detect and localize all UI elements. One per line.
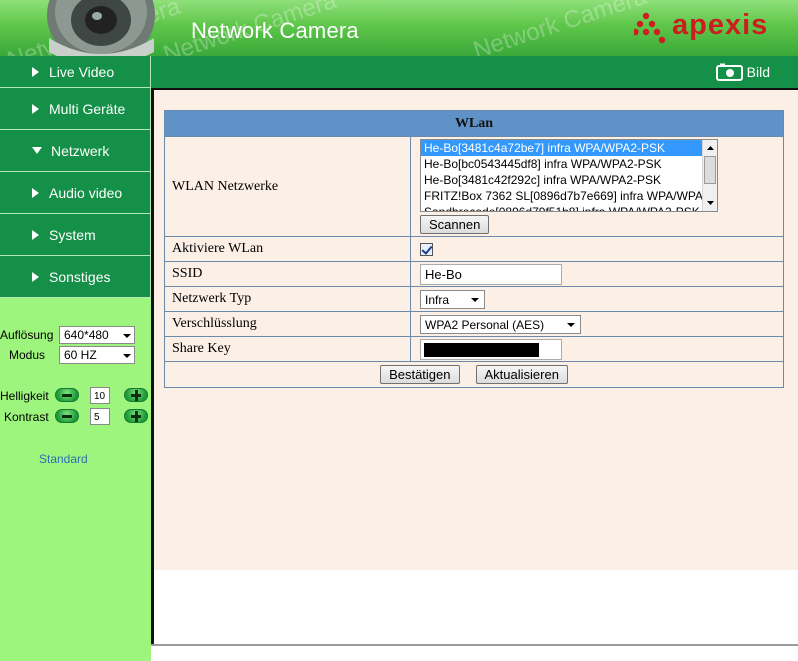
scan-button[interactable]: Scannen (420, 215, 490, 234)
contrast-decrease-button[interactable] (55, 409, 79, 423)
ssid-input[interactable]: He-Bo (420, 263, 562, 285)
network-list-item[interactable]: He-Bo[3481c4a72be7] infra WPA/WPA2-PSK (421, 140, 704, 156)
chevron-down-icon (123, 354, 131, 358)
encryption-label: Verschlüsslung (165, 312, 411, 336)
network-type-row: Netzwerk Typ Infra (165, 287, 783, 312)
sidebar-item-live-video[interactable]: Live Video (0, 56, 151, 88)
mode-select[interactable]: 60 HZ (59, 346, 135, 364)
share-key-row: Share Key (165, 337, 783, 362)
share-key-label: Share Key (165, 337, 411, 361)
sidebar-item-system[interactable]: System (0, 214, 151, 256)
contrast-increase-button[interactable] (124, 409, 148, 423)
app-title: Network Camera (191, 18, 359, 43)
app-header: Network Camera Network Camera Network Ca… (0, 0, 798, 56)
sidebar-item-sonstiges[interactable]: Sonstiges (0, 256, 151, 298)
sidebar-item-label: Netzwerk (51, 142, 110, 159)
mode-label: Modus (9, 348, 46, 362)
scrollbar-thumb[interactable] (704, 156, 716, 184)
standard-link[interactable]: Standard (39, 452, 88, 466)
sidebar-item-label: System (49, 226, 96, 243)
enable-wlan-row: Aktiviere WLan (165, 237, 783, 262)
masked-key (424, 342, 539, 357)
chevron-right-icon (32, 229, 39, 240)
ssid-row: SSID He-Bo (165, 262, 783, 287)
encryption-row: Verschlüsslung WPA2 Personal (AES) (165, 312, 783, 337)
encryption-value: WPA2 Personal (AES) (425, 317, 545, 332)
chevron-right-icon (32, 103, 39, 114)
network-list-item[interactable]: FRITZ!Box 7362 SL[0896d7b7e669] infra WP… (421, 188, 717, 204)
brand-name: apexis (672, 9, 769, 41)
enable-wlan-label: Aktiviere WLan (165, 237, 411, 261)
header-watermark: Network Camera (470, 0, 650, 56)
contrast-value[interactable]: 5 (90, 408, 110, 425)
sidebar-item-netzwerk[interactable]: Netzwerk (0, 130, 151, 172)
network-type-label: Netzwerk Typ (165, 287, 411, 311)
brightness-increase-button[interactable] (124, 388, 148, 402)
contrast-label: Kontrast (4, 410, 49, 424)
sidebar-item-label: Live Video (49, 63, 115, 80)
network-type-value: Infra (425, 292, 450, 307)
network-list-item[interactable]: Sandbrecede[0896d79f51b8] infra WPA/WPA2… (421, 204, 717, 211)
chevron-right-icon (32, 271, 39, 282)
wlan-networks-list[interactable]: He-Bo[3481c4a72be7] infra WPA/WPA2-PSK H… (420, 139, 718, 212)
minus-icon (62, 415, 72, 418)
wlan-networks-row: WLAN Netzwerke He-Bo[3481c4a72be7] infra… (165, 137, 783, 237)
network-list-item[interactable]: He-Bo[bc0543445df8] infra WPA/WPA2-PSK (421, 156, 717, 172)
divider (151, 644, 798, 646)
scroll-up-icon[interactable] (704, 142, 717, 154)
resolution-select[interactable]: 640*480 (59, 326, 135, 344)
chevron-down-icon (123, 334, 131, 338)
minus-icon (62, 394, 72, 397)
form-actions: Bestätigen Aktualisieren (165, 362, 783, 387)
scroll-down-icon[interactable] (704, 197, 717, 209)
encryption-select[interactable]: WPA2 Personal (AES) (420, 314, 581, 334)
chevron-down-icon (471, 297, 479, 302)
wlan-settings-table: WLan WLAN Netzwerke He-Bo[3481c4a72be7] … (164, 110, 784, 388)
sidebar: Live Video Multi Geräte Netzwerk Audio v… (0, 56, 151, 661)
refresh-button[interactable]: Aktualisieren (475, 365, 568, 384)
chevron-right-icon (32, 187, 39, 198)
network-list-item[interactable]: He-Bo[3481c42f292c] infra WPA/WPA2-PSK (421, 172, 717, 188)
brightness-label: Helligkeit (0, 389, 49, 403)
wlan-networks-label: WLAN Netzwerke (165, 137, 411, 236)
list-scrollbar[interactable] (702, 140, 717, 211)
enable-wlan-checkbox[interactable] (420, 242, 433, 256)
main-toolbar: Bild (151, 56, 798, 88)
chevron-right-icon (32, 66, 39, 77)
resolution-value: 640*480 (64, 328, 109, 342)
sidebar-item-label: Sonstiges (49, 268, 111, 285)
chevron-down-icon (567, 322, 575, 327)
ssid-label: SSID (165, 262, 411, 286)
mode-value: 60 HZ (64, 348, 97, 362)
resolution-label: Auflösung (0, 328, 54, 342)
chevron-down-icon (32, 147, 42, 154)
brightness-value[interactable]: 10 (90, 387, 110, 404)
sidebar-item-audio-video[interactable]: Audio video (0, 172, 151, 214)
snapshot-button[interactable]: Bild (715, 62, 770, 82)
share-key-input[interactable] (420, 338, 562, 360)
network-type-select[interactable]: Infra (420, 289, 485, 309)
snapshot-label: Bild (746, 64, 770, 80)
sidebar-item-label: Audio video (49, 184, 123, 201)
camera-icon (715, 63, 743, 81)
confirm-button[interactable]: Bestätigen (380, 365, 460, 384)
camera-controls: Auflösung 640*480 Modus 60 HZ Helligkeit… (0, 298, 151, 598)
sidebar-item-multi-geraete[interactable]: Multi Geräte (0, 88, 151, 130)
sidebar-item-label: Multi Geräte (49, 100, 126, 117)
wlan-title: WLan (165, 111, 783, 137)
brightness-decrease-button[interactable] (55, 388, 79, 402)
camera-dome-icon (47, 0, 155, 56)
